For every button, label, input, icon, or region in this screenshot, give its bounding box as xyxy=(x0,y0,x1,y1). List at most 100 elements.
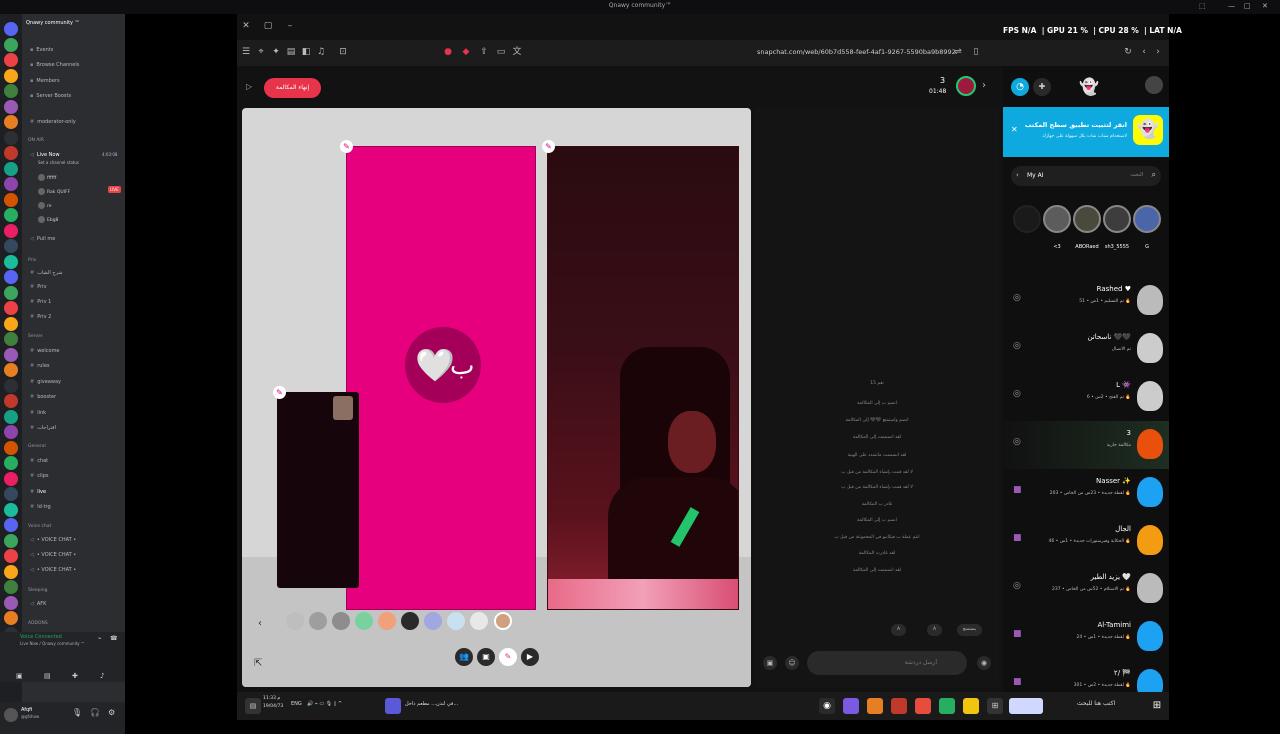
tab-icon[interactable]: ▢ xyxy=(263,21,273,31)
server-icon[interactable] xyxy=(4,580,18,594)
soundboard-icon[interactable]: ♪ xyxy=(100,672,104,680)
server-name[interactable]: Qnawy community ™ xyxy=(26,20,80,26)
conversation-row[interactable]: ◎ 3 مكالمة جارية xyxy=(1003,421,1169,469)
pin-icon[interactable]: ✎ xyxy=(273,386,286,399)
server-icon[interactable] xyxy=(4,68,18,83)
server-icon[interactable] xyxy=(4,192,18,207)
conversation-row[interactable]: ■ Nasser ✨ لقطة جديدة • 23س من الخاص • 203… xyxy=(1003,469,1169,517)
profile-avatar[interactable] xyxy=(1145,76,1163,94)
camera-icon[interactable]: ▣ xyxy=(763,656,777,670)
server-icon[interactable] xyxy=(4,425,18,439)
ghost-icon[interactable]: 👻 xyxy=(1079,77,1099,96)
search-bar[interactable]: ‹ My AI البحث ⌕ xyxy=(1011,166,1161,186)
emoji-icon[interactable]: ☺ xyxy=(785,656,799,670)
lens-item[interactable] xyxy=(309,612,327,630)
obs-icon[interactable] xyxy=(843,698,859,714)
text-channel[interactable]: # clips xyxy=(30,473,49,479)
people-icon[interactable]: 👥 xyxy=(455,648,473,666)
minimize-button[interactable]: — xyxy=(1228,2,1235,10)
text-channel[interactable]: # Priv xyxy=(30,284,47,290)
end-call-button[interactable]: إنهاء المكالمة xyxy=(264,78,321,98)
server-icon[interactable] xyxy=(4,332,18,346)
server-icon[interactable] xyxy=(4,595,18,610)
shield-icon[interactable]: ◆ xyxy=(461,47,471,57)
server-icon[interactable] xyxy=(4,270,18,284)
lens-item[interactable] xyxy=(447,612,465,630)
notification-app-icon[interactable] xyxy=(385,698,401,714)
forward-icon[interactable]: › xyxy=(1153,47,1163,57)
share-icon[interactable]: ⇪ xyxy=(479,47,489,57)
sidebar-item[interactable]: ▪ Server Boosts xyxy=(30,93,71,99)
channel-category[interactable]: Server xyxy=(28,334,43,339)
headphones-icon[interactable]: 🎧 xyxy=(90,708,100,717)
snap-icon[interactable]: ■ xyxy=(1013,629,1022,639)
text-channel[interactable]: # rules xyxy=(30,363,50,369)
extension-icon[interactable]: ✦ xyxy=(271,47,281,57)
exit-icon[interactable]: ⇱ xyxy=(254,658,262,669)
activity-icon[interactable]: ✚ xyxy=(72,672,78,680)
pin-icon[interactable]: ✎ xyxy=(542,140,555,153)
conversation-row[interactable]: ◎ ناسحاتن 🖤🖤 تم الاتصال xyxy=(1003,325,1169,373)
disconnect-icon[interactable]: ☎ xyxy=(110,635,117,642)
notification-text[interactable]: في لندن... مطعم داخل... xyxy=(405,701,458,707)
my-ai-label[interactable]: My AI xyxy=(1027,172,1044,179)
text-channel[interactable]: # chat xyxy=(30,458,48,464)
server-icon[interactable] xyxy=(4,347,18,362)
call-avatar[interactable] xyxy=(956,76,976,96)
send-icon[interactable]: ◉ xyxy=(977,656,991,670)
camera-icon[interactable]: ▣ xyxy=(16,672,23,680)
app-icon[interactable] xyxy=(867,698,883,714)
voice-member[interactable]: ffffff xyxy=(38,174,56,181)
add-friend-icon[interactable]: ✚ xyxy=(1033,78,1051,96)
server-icon[interactable] xyxy=(4,394,18,408)
app-icon[interactable] xyxy=(939,698,955,714)
taskbar-search[interactable]: اكتب هنا للبحث xyxy=(1077,700,1115,707)
sidebar-item[interactable]: ▪ Members xyxy=(30,78,60,84)
voice-channel[interactable]: ◁ • VOICE CHAT • xyxy=(30,537,76,543)
story-avatar[interactable] xyxy=(1133,205,1161,233)
lens-item-selected[interactable] xyxy=(494,612,512,630)
screenshot-icon[interactable]: ⊡ xyxy=(338,47,348,57)
pen-icon[interactable]: ✎ xyxy=(499,648,517,666)
chevron-left-icon[interactable]: ‹ xyxy=(258,618,262,629)
channel-status[interactable]: Set a channel status xyxy=(38,160,79,165)
server-icon[interactable] xyxy=(4,37,18,52)
server-icon[interactable] xyxy=(4,130,18,145)
folder-icon[interactable] xyxy=(963,698,979,714)
server-icon[interactable] xyxy=(4,471,18,486)
bookmark-icon[interactable]: ▤ xyxy=(286,47,296,57)
text-channel[interactable]: # welcome xyxy=(30,348,60,354)
text-channel[interactable]: # اقتراحات xyxy=(30,425,56,431)
snap-extension-icon[interactable]: ● xyxy=(443,47,453,57)
server-icon[interactable] xyxy=(4,239,18,253)
snap-icon[interactable]: ■ xyxy=(1013,533,1022,543)
voice-member[interactable]: Rak QUIFF xyxy=(38,188,70,195)
server-icon[interactable] xyxy=(4,161,18,176)
server-icon[interactable] xyxy=(4,533,18,548)
lens-item[interactable] xyxy=(378,612,396,630)
translate-icon[interactable]: 文 xyxy=(512,47,522,57)
conversation-row[interactable]: ◎ يزيد الطير 🤍 تم الاستلام • 52س من الخاص … xyxy=(1003,565,1169,613)
text-channel[interactable]: # moderator-only xyxy=(30,119,76,125)
server-icon[interactable] xyxy=(4,502,18,517)
text-channel[interactable]: # شرح الشاب xyxy=(30,270,63,276)
channel-category[interactable]: ON AIR xyxy=(28,138,44,143)
text-channel[interactable]: # giveaway xyxy=(30,379,61,385)
server-icon[interactable] xyxy=(4,115,18,129)
conversation-row[interactable]: ◎ L 👾 تم الفتح • 2س • 6 🔥 xyxy=(1003,373,1169,421)
channel-category[interactable]: Voice chat xyxy=(28,524,51,529)
server-icon[interactable] xyxy=(4,363,18,377)
text-channel[interactable]: # ld-trg xyxy=(30,504,51,510)
voice-channel[interactable]: ◁ Pull me xyxy=(30,236,55,242)
lens-item[interactable] xyxy=(332,612,350,630)
server-icon[interactable] xyxy=(4,146,18,160)
server-icon[interactable] xyxy=(4,409,18,424)
windows-start-icon[interactable]: ⊞ xyxy=(1149,698,1165,714)
lens-item[interactable] xyxy=(286,612,304,630)
channel-category[interactable]: ADDONS xyxy=(28,621,48,626)
server-icon[interactable] xyxy=(4,53,18,67)
lens-item[interactable] xyxy=(470,612,488,630)
server-icon[interactable] xyxy=(4,378,18,393)
conversation-row[interactable]: ◎ Rashed ♥ تم التسليم • 1س • 51 🔥 xyxy=(1003,277,1169,325)
close-icon[interactable]: ✕ xyxy=(1011,125,1018,134)
